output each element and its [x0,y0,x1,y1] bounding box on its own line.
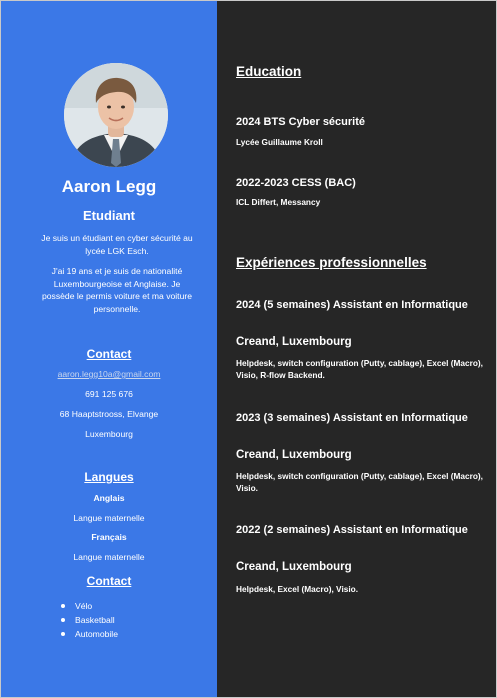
person-name: Aaron Legg [61,177,157,196]
hobby-label: Basketball [75,615,115,625]
bullet-icon [61,618,65,622]
language-name: Anglais [93,493,125,503]
profile-photo [64,63,168,167]
experience-company: Creand, Luxembourg [236,336,352,348]
experience-details: Helpdesk, switch configuration (Putty, c… [236,358,483,380]
country: Luxembourg [85,429,133,439]
person-role: Etudiant [83,208,135,223]
list-item: Automobile [61,627,118,641]
experience-company: Creand, Luxembourg [236,449,352,461]
main-column: Education 2024 BTS Cyber sécurité Lycée … [217,1,496,697]
language-level: Langue maternelle [73,513,145,523]
bullet-icon [61,632,65,636]
address: 68 Haaptstrooss, Elvange [59,409,159,419]
hobby-label: Vélo [75,601,93,611]
education-title: 2022-2023 CESS (BAC) [236,177,356,189]
education-school: Lycée Guillaume Kroll [236,137,323,147]
language-level: Langue maternelle [73,552,145,562]
education-title: 2024 BTS Cyber sécurité [236,116,366,128]
experience-title: 2024 (5 semaines) Assistant en Informati… [236,299,468,311]
hobbies-heading: Contact [86,574,132,588]
contact-heading: Contact [86,347,132,361]
experience-title: 2022 (2 semaines) Assistant en Informati… [236,524,468,536]
experience-details: Helpdesk, switch configuration (Putty, c… [236,471,483,493]
phone-number: 691 125 676 [85,389,133,399]
list-item: Basketball [61,613,118,627]
list-item: Vélo [61,599,118,613]
education-school: ICL Differt, Messancy [236,197,321,207]
bio-paragraph: J'ai 19 ans et je suis de nationalité Lu… [42,266,192,314]
experience-title: 2023 (3 semaines) Assistant en Informati… [236,412,468,424]
bullet-icon [61,604,65,608]
sidebar: Aaron Legg Etudiant Je suis un étudiant … [1,1,217,697]
experience-details: Helpdesk, Excel (Macro), Visio. [236,584,359,594]
hobby-label: Automobile [75,629,118,639]
avatar [64,63,168,167]
experience-heading: Expériences professionnelles [236,255,427,270]
email-text[interactable]: aaron.legg10a@gmail.com [58,369,161,379]
languages-heading: Langues [84,470,134,484]
bio-paragraph: Je suis un étudiant en cyber sécurité au… [41,233,193,256]
education-heading: Education [236,64,302,79]
experience-company: Creand, Luxembourg [236,561,352,573]
email-link[interactable]: aaron.legg10a@gmail.com [1,369,217,379]
hobbies-list: Vélo Basketball Automobile [61,599,118,641]
language-name: Français [91,532,127,542]
